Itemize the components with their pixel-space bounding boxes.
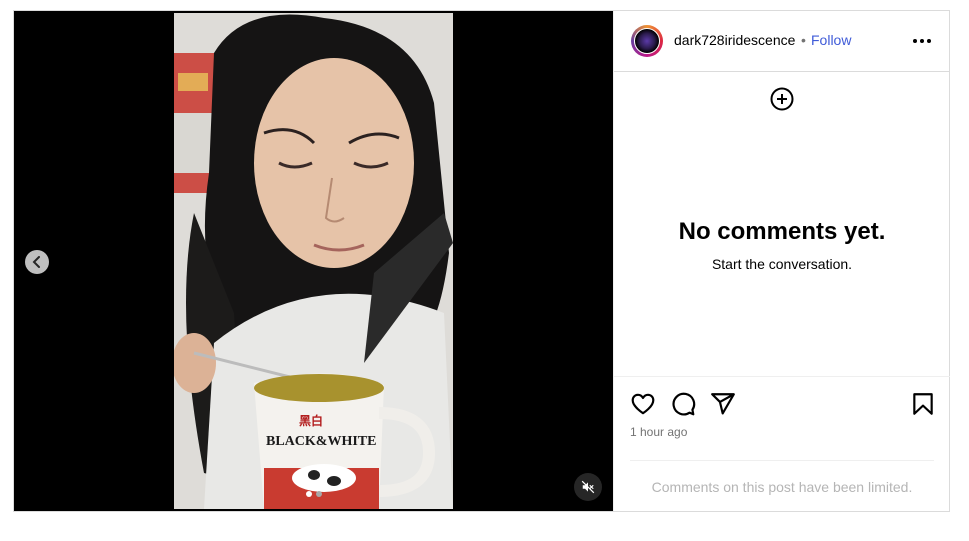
post-sidebar: dark728iridescence • Follow No comments … xyxy=(613,11,950,511)
post-timestamp[interactable]: 1 hour ago xyxy=(630,425,687,439)
share-button[interactable] xyxy=(710,391,736,417)
separator-dot: • xyxy=(801,32,806,48)
carousel-prev-button[interactable] xyxy=(25,250,49,274)
like-button[interactable] xyxy=(630,391,656,417)
post-header: dark728iridescence • Follow xyxy=(614,11,950,72)
more-options-icon xyxy=(913,39,931,43)
follow-button[interactable]: Follow xyxy=(811,32,851,48)
video-frame[interactable]: 黑白 BLACK&WHITE xyxy=(174,13,453,509)
chevron-left-icon xyxy=(32,256,40,268)
empty-comments-title: No comments yet. xyxy=(678,218,886,245)
heart-icon xyxy=(631,393,655,415)
comment-button[interactable] xyxy=(670,391,696,417)
avatar-image xyxy=(634,28,660,54)
empty-comments-subtitle: Start the conversation. xyxy=(711,256,853,272)
comments-limited-notice: Comments on this post have been limited. xyxy=(630,460,934,495)
more-options-button[interactable] xyxy=(910,29,934,53)
carousel-dot-2 xyxy=(316,491,322,497)
action-bar: 1 hour ago Comments on this post have be… xyxy=(614,376,950,512)
avatar[interactable] xyxy=(631,25,663,57)
carousel-dot-1 xyxy=(306,491,312,497)
video-still: 黑白 BLACK&WHITE xyxy=(174,13,453,509)
svg-text:BLACK&WHITE: BLACK&WHITE xyxy=(266,434,376,449)
comment-icon xyxy=(672,392,696,416)
volume-muted-icon xyxy=(581,480,595,494)
svg-text:黑白: 黑白 xyxy=(299,413,323,428)
bookmark-icon xyxy=(913,393,933,415)
mute-toggle-button[interactable] xyxy=(574,473,602,501)
post-media[interactable]: 黑白 BLACK&WHITE xyxy=(14,11,613,511)
save-button[interactable] xyxy=(910,391,936,417)
add-comment-icon xyxy=(770,87,794,111)
share-icon xyxy=(711,393,735,415)
carousel-indicator xyxy=(306,491,322,497)
username-link[interactable]: dark728iridescence xyxy=(674,32,795,48)
post-dialog: 黑白 BLACK&WHITE dark728iridescence • Foll… xyxy=(13,10,950,512)
add-comment-button[interactable] xyxy=(770,87,794,116)
